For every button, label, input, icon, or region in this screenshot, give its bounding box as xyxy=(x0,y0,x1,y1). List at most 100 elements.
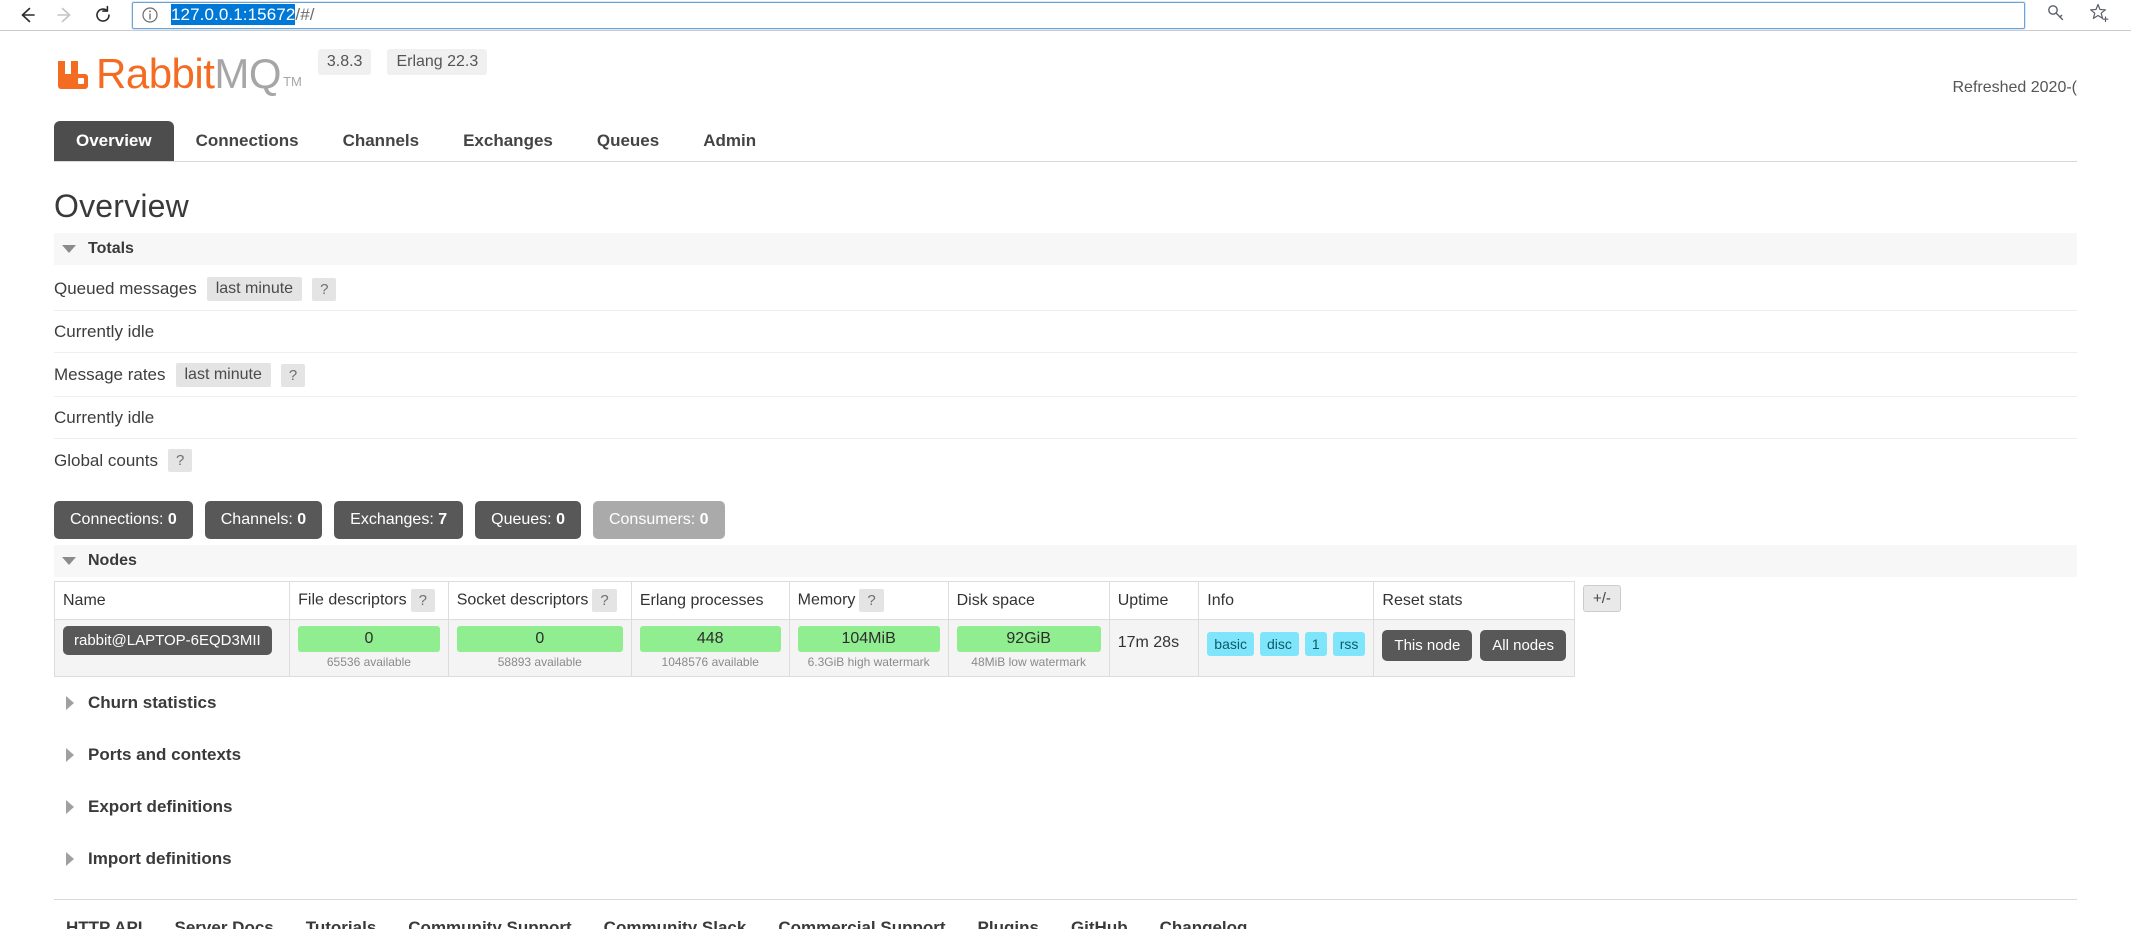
reload-button[interactable] xyxy=(84,1,122,29)
nodes-table-header-row: Name File descriptors? Socket descriptor… xyxy=(53,581,1575,620)
count-label-channels: Channels: xyxy=(220,511,293,528)
nodes-section-label: Nodes xyxy=(88,552,137,569)
footer-link-http-api[interactable]: HTTP API xyxy=(66,918,143,929)
totals-section-label: Totals xyxy=(88,240,134,257)
column-header-file-descriptors-label: File descriptors xyxy=(298,591,407,609)
message-rates-label: Message rates xyxy=(54,365,166,384)
url-path[interactable]: /#/ xyxy=(295,5,314,24)
queued-messages-status: Currently idle xyxy=(54,311,2077,353)
section-ports-and-contexts[interactable]: Ports and contexts xyxy=(54,729,2077,781)
url-host[interactable]: 127.0.0.1:15672 xyxy=(171,4,296,25)
count-value-connections: 0 xyxy=(167,511,177,528)
count-badge-consumers: Consumers: 0 xyxy=(592,501,725,539)
reset-all-nodes-button[interactable]: All nodes xyxy=(1480,630,1566,661)
file-descriptors-cell: 0 65536 available xyxy=(289,619,449,677)
info-chip-rss[interactable]: rss xyxy=(1332,632,1366,656)
file-descriptors-help-icon[interactable]: ? xyxy=(410,589,435,612)
global-counts-row: Global counts ? xyxy=(54,439,2077,481)
rabbitmq-logo[interactable]: Rabbit MQ TM xyxy=(54,53,302,96)
chevron-down-icon xyxy=(62,245,76,253)
queued-messages-help-icon[interactable]: ? xyxy=(312,277,337,301)
info-chip-basic[interactable]: basic xyxy=(1207,632,1254,656)
info-chip-count[interactable]: 1 xyxy=(1304,632,1327,656)
back-arrow-icon xyxy=(16,4,38,26)
file-descriptors-available: 65536 available xyxy=(326,655,411,669)
node-name-cell: rabbit@LAPTOP-6EQD3MII xyxy=(53,619,291,677)
column-header-erlang-processes[interactable]: Erlang processes xyxy=(630,581,790,620)
nodes-section-header[interactable]: Nodes xyxy=(54,545,2077,577)
column-header-reset-stats[interactable]: Reset stats xyxy=(1373,581,1575,620)
section-churn-statistics[interactable]: Churn statistics xyxy=(54,677,2077,729)
version-badge: 3.8.3 xyxy=(317,49,372,75)
footer-link-community-support[interactable]: Community Support xyxy=(408,918,571,929)
socket-descriptors-help-icon[interactable]: ? xyxy=(592,589,617,612)
column-header-name[interactable]: Name xyxy=(53,581,291,620)
column-header-uptime[interactable]: Uptime xyxy=(1108,581,1200,620)
erlang-processes-available: 1048576 available xyxy=(661,655,759,669)
count-value-exchanges: 7 xyxy=(438,511,448,528)
site-header: Rabbit MQ TM 3.8.3 Erlang 22.3 Refreshed 2… xyxy=(54,31,2077,117)
section-import-definitions-label: Import definitions xyxy=(88,849,232,868)
column-toggle-button[interactable]: +/- xyxy=(1583,585,1621,612)
disk-space-bar: 92GiB xyxy=(956,626,1101,652)
count-badge-queues[interactable]: Queues: 0 xyxy=(475,501,581,539)
info-chip-group: basic disc 1 rss xyxy=(1207,626,1366,656)
chevron-down-icon xyxy=(62,557,76,565)
footer-link-community-slack[interactable]: Community Slack xyxy=(604,918,747,929)
global-counts-help-icon[interactable]: ? xyxy=(167,449,193,472)
queued-messages-period-select[interactable]: last minute xyxy=(206,277,303,301)
reset-this-node-button[interactable]: This node xyxy=(1382,630,1473,661)
section-export-definitions-label: Export definitions xyxy=(88,797,233,816)
tab-channels[interactable]: Channels xyxy=(321,121,442,161)
column-header-socket-descriptors[interactable]: Socket descriptors? xyxy=(447,581,632,620)
socket-descriptors-bar: 0 xyxy=(456,626,623,652)
browser-toolbar: 127.0.0.1:15672/#/ xyxy=(0,0,2131,31)
url-text[interactable]: 127.0.0.1:15672/#/ xyxy=(171,4,315,25)
footer-link-plugins[interactable]: Plugins xyxy=(978,918,1039,929)
refreshed-timestamp: Refreshed 2020-( xyxy=(1952,79,2077,96)
saved-passwords-button[interactable] xyxy=(2041,1,2071,29)
message-rates-help-icon[interactable]: ? xyxy=(280,363,306,387)
tab-exchanges[interactable]: Exchanges xyxy=(441,121,575,161)
footer-link-changelog[interactable]: Changelog xyxy=(1160,918,1248,929)
footer-link-tutorials[interactable]: Tutorials xyxy=(306,918,377,929)
footer-link-github[interactable]: GitHub xyxy=(1071,918,1128,929)
column-header-memory-label: Memory xyxy=(797,591,856,609)
disk-space-watermark: 48MiB low watermark xyxy=(971,655,1086,669)
footer-link-server-docs[interactable]: Server Docs xyxy=(175,918,274,929)
count-badge-channels[interactable]: Channels: 0 xyxy=(204,501,323,539)
forward-button[interactable] xyxy=(46,1,84,29)
count-label-consumers: Consumers: xyxy=(608,511,696,528)
column-header-info[interactable]: Info xyxy=(1198,581,1375,620)
column-header-disk-space[interactable]: Disk space xyxy=(947,581,1110,620)
column-header-file-descriptors[interactable]: File descriptors? xyxy=(289,581,449,620)
tab-connections[interactable]: Connections xyxy=(174,121,321,161)
back-button[interactable] xyxy=(8,1,46,29)
count-value-channels: 0 xyxy=(297,511,307,528)
info-icon[interactable] xyxy=(141,6,159,24)
count-badge-connections[interactable]: Connections: 0 xyxy=(54,501,193,539)
page-title: Overview xyxy=(54,188,189,224)
message-rates-period-select[interactable]: last minute xyxy=(175,363,271,387)
section-import-definitions[interactable]: Import definitions xyxy=(54,833,2077,885)
add-favorite-button[interactable] xyxy=(2085,1,2115,29)
address-bar[interactable]: 127.0.0.1:15672/#/ xyxy=(132,1,2025,29)
tab-queues[interactable]: Queues xyxy=(575,121,681,161)
column-header-memory[interactable]: Memory? xyxy=(788,581,949,620)
logo-text-rabbit: Rabbit xyxy=(96,50,215,97)
tab-admin[interactable]: Admin xyxy=(681,121,778,161)
footer-link-commercial-support[interactable]: Commercial Support xyxy=(778,918,945,929)
global-counts-label: Global counts xyxy=(54,450,158,470)
node-name-link[interactable]: rabbit@LAPTOP-6EQD3MII xyxy=(63,626,272,655)
section-export-definitions[interactable]: Export definitions xyxy=(54,781,2077,833)
count-badge-exchanges[interactable]: Exchanges: 7 xyxy=(334,501,464,539)
memory-help-icon[interactable]: ? xyxy=(859,589,884,612)
info-chip-disc[interactable]: disc xyxy=(1259,632,1299,656)
totals-section-header[interactable]: Totals xyxy=(54,233,2077,265)
socket-descriptors-cell: 0 58893 available xyxy=(447,619,632,677)
key-icon xyxy=(2045,2,2067,29)
chevron-right-icon xyxy=(66,748,74,762)
tab-overview[interactable]: Overview xyxy=(54,121,174,161)
count-value-queues: 0 xyxy=(556,511,565,528)
logo-trademark: TM xyxy=(283,74,302,89)
